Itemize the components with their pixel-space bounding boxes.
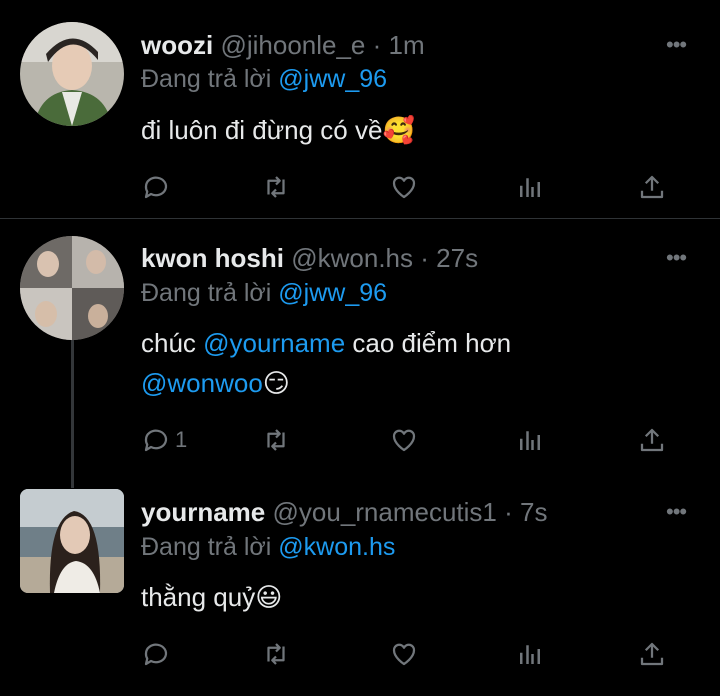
retweet-button[interactable] bbox=[261, 170, 291, 204]
separator: · bbox=[372, 30, 382, 60]
retweet-icon bbox=[267, 643, 285, 665]
views-icon bbox=[520, 431, 540, 450]
tweet-actions: 1 bbox=[141, 423, 681, 457]
like-button[interactable] bbox=[389, 423, 419, 457]
tweet-text: đi luôn đi đừng có về🥰 bbox=[141, 110, 681, 150]
timestamp[interactable]: 7s bbox=[520, 497, 547, 527]
tweet-text: thằng quỷ😃 bbox=[141, 577, 681, 617]
replying-to: Đang trả lời @jww_96 bbox=[141, 278, 387, 308]
tweet-text: chúc @yourname cao điểm hơn @wonwoo😏 bbox=[141, 323, 681, 403]
avatar-image bbox=[20, 236, 124, 340]
tweet-actions bbox=[141, 170, 681, 204]
display-name[interactable]: yourname bbox=[141, 497, 265, 527]
more-icon[interactable]: ••• bbox=[666, 245, 687, 271]
emoji-grinning: 😃 bbox=[255, 582, 283, 612]
tweet-woozi[interactable]: woozi @jihoonle_e · 1m ••• Đang trả lời … bbox=[0, 0, 720, 218]
separator: · bbox=[420, 243, 429, 273]
reply-icon bbox=[144, 176, 168, 199]
share-icon bbox=[640, 642, 664, 666]
tweet-text-part: chúc bbox=[141, 328, 204, 358]
more-icon[interactable]: ••• bbox=[666, 499, 687, 525]
views-button[interactable] bbox=[515, 423, 545, 457]
timestamp[interactable]: 1m bbox=[389, 30, 425, 60]
replying-to-label: Đang trả lời bbox=[141, 279, 272, 307]
replying-to-mention[interactable]: @kwon.hs bbox=[278, 533, 395, 561]
avatar[interactable] bbox=[20, 489, 124, 593]
tweet-text-part: cao điểm hơn bbox=[345, 328, 512, 358]
replying-to: Đang trả lời @jww_96 bbox=[141, 64, 387, 94]
like-button[interactable] bbox=[389, 170, 419, 204]
reply-icon bbox=[144, 429, 168, 452]
tweet-actions bbox=[141, 637, 681, 671]
mention-link[interactable]: @wonwoo bbox=[141, 368, 263, 398]
reply-icon bbox=[144, 643, 168, 666]
retweet-icon bbox=[267, 429, 285, 451]
replying-to-label: Đang trả lời bbox=[141, 65, 272, 93]
display-name[interactable]: woozi bbox=[141, 30, 213, 60]
more-icon[interactable]: ••• bbox=[666, 32, 687, 58]
replying-to-mention[interactable]: @jww_96 bbox=[278, 65, 387, 93]
views-button[interactable] bbox=[515, 637, 545, 671]
avatar[interactable] bbox=[20, 236, 124, 340]
tweet-text-part: đi luôn đi đừng có về bbox=[141, 115, 383, 145]
reply-count: 1 bbox=[175, 427, 188, 452]
like-icon bbox=[392, 429, 416, 452]
tweet-kwon-hoshi[interactable]: kwon hoshi @kwon.hs · 27s ••• Đang trả l… bbox=[0, 219, 720, 469]
tweet-header: yourname @you_rnamecutis1 · 7s bbox=[141, 497, 548, 527]
avatar-image bbox=[20, 489, 124, 593]
retweet-button[interactable] bbox=[261, 423, 291, 457]
handle[interactable]: @jihoonle_e bbox=[220, 30, 365, 60]
views-icon bbox=[520, 645, 540, 664]
replying-to-mention[interactable]: @jww_96 bbox=[278, 279, 387, 307]
like-button[interactable] bbox=[389, 637, 419, 671]
like-icon bbox=[392, 176, 416, 199]
tweet-header: woozi @jihoonle_e · 1m bbox=[141, 30, 425, 60]
tweet-yourname[interactable]: yourname @you_rnamecutis1 · 7s ••• Đang … bbox=[0, 469, 720, 696]
retweet-icon bbox=[267, 176, 285, 198]
retweet-button[interactable] bbox=[261, 637, 291, 671]
tweet-text-part: thằng quỷ bbox=[141, 582, 256, 612]
views-button[interactable] bbox=[515, 170, 545, 204]
share-icon bbox=[640, 175, 664, 199]
share-button[interactable] bbox=[637, 170, 667, 204]
emoji-smiling-hearts: 🥰 bbox=[382, 115, 415, 145]
avatar-image bbox=[20, 22, 124, 126]
replying-to: Đang trả lời @kwon.hs bbox=[141, 532, 395, 562]
emoji-smirk: 😏 bbox=[262, 368, 290, 398]
like-icon bbox=[392, 643, 416, 666]
tweet-header: kwon hoshi @kwon.hs · 27s bbox=[141, 243, 478, 273]
replying-to-label: Đang trả lời bbox=[141, 533, 272, 561]
reply-button[interactable] bbox=[141, 637, 175, 671]
handle[interactable]: @you_rnamecutis1 bbox=[273, 497, 497, 527]
avatar[interactable] bbox=[20, 22, 124, 126]
share-icon bbox=[640, 428, 664, 452]
views-icon bbox=[520, 178, 540, 197]
reply-button[interactable]: 1 bbox=[141, 423, 187, 457]
display-name[interactable]: kwon hoshi bbox=[141, 243, 284, 273]
separator: · bbox=[504, 497, 513, 527]
share-button[interactable] bbox=[637, 637, 667, 671]
share-button[interactable] bbox=[637, 423, 667, 457]
mention-link[interactable]: @yourname bbox=[203, 328, 345, 358]
timestamp[interactable]: 27s bbox=[436, 243, 478, 273]
handle[interactable]: @kwon.hs bbox=[291, 243, 413, 273]
reply-button[interactable] bbox=[141, 170, 175, 204]
